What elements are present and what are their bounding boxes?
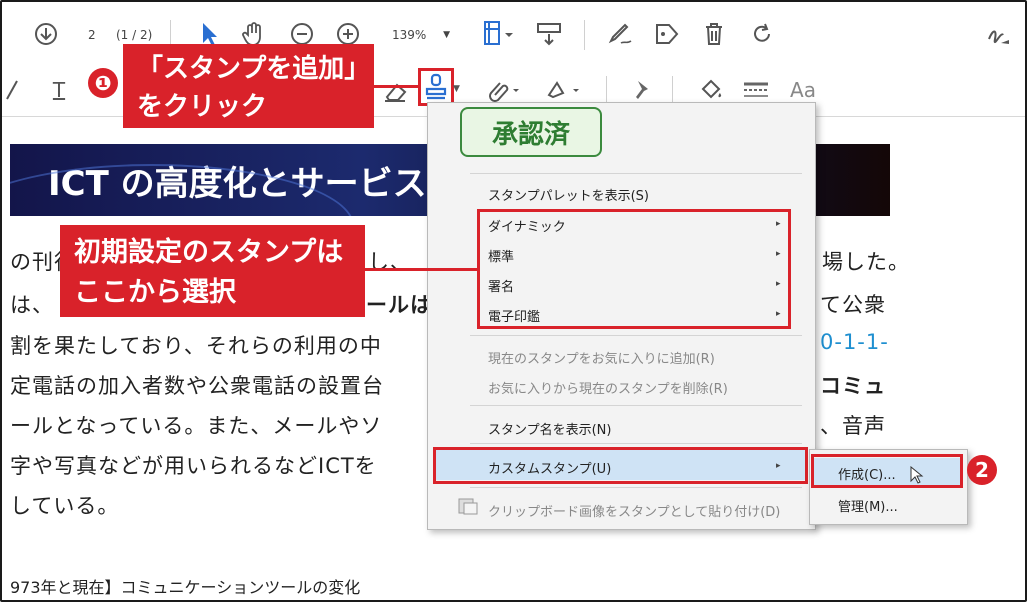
page-fit-icon[interactable] — [480, 19, 516, 49]
menu-divider — [470, 335, 802, 336]
pin-icon[interactable] — [628, 76, 656, 104]
rotate-icon[interactable] — [748, 20, 776, 48]
callout-text: ここから選択 — [74, 277, 236, 308]
body-text-line: 割を果たしており、それらの利用の中 — [10, 334, 382, 358]
callout-text: 「スタンプを追加」 — [137, 54, 371, 84]
body-text-fragment: コミュ — [820, 374, 886, 398]
eraser-icon[interactable] — [380, 78, 410, 104]
callout-add-stamp: 「スタンプを追加」 をクリック — [123, 44, 374, 128]
zoom-value: 139% — [392, 28, 427, 42]
highlight-frame-custom-stamp — [433, 447, 808, 484]
fill-sign-icon[interactable] — [984, 20, 1014, 48]
highlight-frame-create — [811, 454, 963, 488]
callout-default-stamps: 初期設定のスタンプは ここから選択 — [60, 225, 365, 317]
menu-divider — [470, 173, 802, 174]
fill-color-icon[interactable] — [696, 76, 726, 104]
highlight-frame-stamp-categories — [477, 209, 791, 329]
sign-pen-icon[interactable] — [606, 20, 636, 48]
page-count: (1 / 2) — [116, 28, 153, 42]
page-number-input[interactable]: 2 — [88, 28, 96, 42]
line-weight-icon[interactable] — [740, 76, 772, 104]
zoom-dropdown[interactable]: 139% ▼ — [380, 24, 450, 46]
chevron-down-icon: ▼ — [443, 30, 450, 40]
callout-connector — [374, 85, 418, 88]
body-text-fragment: 、音声 — [820, 414, 886, 438]
menu-item-show-stamp-palette[interactable]: スタンプパレットを表示(S) — [488, 185, 649, 204]
stamp-preview[interactable]: 承認済 — [460, 107, 602, 157]
body-text-line: している。 — [10, 494, 120, 518]
stamp-preview-text: 承認済 — [491, 119, 570, 150]
body-text-fragment: し、 — [368, 250, 412, 274]
step-number-badge: 2 — [967, 455, 997, 485]
menu-item-add-favorite: 現在のスタンプをお気に入りに追加(R) — [488, 352, 715, 367]
add-stamp-button[interactable] — [418, 68, 454, 106]
body-text-line: 定電話の加入者数や公衆電話の設置台 — [10, 374, 384, 398]
tag-edit-icon[interactable] — [652, 20, 682, 48]
text-properties-icon[interactable]: Aa — [786, 76, 820, 104]
shape-tool-icon[interactable] — [542, 76, 582, 104]
body-text-line: ールとなっている。また、メールやソ — [10, 414, 383, 438]
toolbar-divider — [584, 20, 585, 50]
body-text-fragment[interactable]: 0-1-1- — [820, 330, 889, 354]
menu-item-show-stamp-name[interactable]: スタンプ名を表示(N) — [488, 419, 611, 438]
body-text-fragment: て公衆 — [820, 293, 886, 317]
stamp-dropdown-chevron-icon[interactable]: ▼ — [453, 84, 460, 94]
menu-item-remove-favorite: お気に入りから現在のスタンプを削除(R) — [488, 382, 728, 397]
body-text-fragment: ールは — [366, 293, 432, 317]
menu-item-paste-clipboard-stamp: クリップボード画像をスタンプとして貼り付け(D) — [488, 505, 781, 520]
body-text-line: 字や写真などが用いられるなどICTを — [10, 454, 377, 478]
callout-connector — [365, 268, 477, 271]
scroll-mode-icon[interactable] — [534, 19, 564, 49]
body-text-fragment: 場した。 — [822, 250, 910, 274]
trash-icon[interactable] — [700, 20, 728, 48]
attach-file-icon[interactable] — [482, 76, 522, 104]
callout-text: をクリック — [137, 92, 268, 122]
download-circle-icon[interactable] — [32, 20, 60, 48]
body-text-line: は、 — [10, 293, 54, 317]
app-window: 2 (1 / 2) 139% ▼ T Aa ▼ ICT の高度化とサービス の刊… — [0, 0, 1027, 602]
menu-divider — [470, 405, 802, 406]
menu-divider — [470, 443, 802, 444]
step-number-badge: ❶ — [88, 68, 118, 98]
figure-caption: 973年と現在】コミュニケーションツールの変化 — [10, 578, 361, 597]
submenu-item-manage[interactable]: 管理(M)... — [838, 496, 898, 515]
text-tool-icon[interactable]: T — [48, 76, 70, 104]
menu-divider — [470, 487, 802, 488]
stamp-icon — [425, 73, 447, 100]
clipboard-image-icon — [458, 497, 478, 515]
pencil-icon[interactable] — [2, 76, 22, 104]
callout-text: 初期設定のスタンプは — [74, 237, 344, 268]
